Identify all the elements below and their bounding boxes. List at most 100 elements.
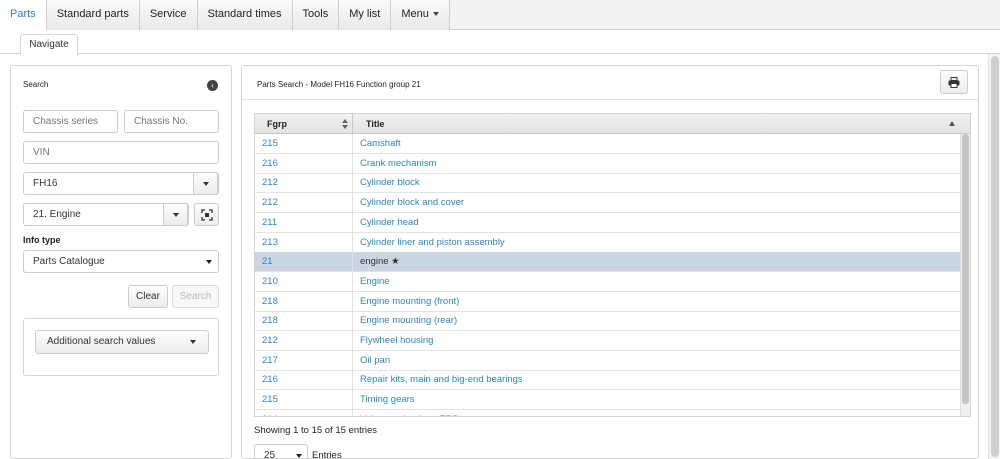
table-scrollbar-thumb[interactable] xyxy=(962,134,969,404)
table-row[interactable]: 212 Cylinder block and cover xyxy=(255,193,960,214)
nav-tab-service[interactable]: Service xyxy=(139,0,198,30)
results-title: Parts Search - Model FH16 Function group… xyxy=(257,80,421,89)
table-row[interactable]: 218 Engine mounting (front) xyxy=(255,291,960,312)
page-scrollbar-thumb[interactable] xyxy=(991,56,999,457)
table-row[interactable]: 211 Cylinder head xyxy=(255,212,960,233)
results-header: Parts Search - Model FH16 Function group… xyxy=(242,66,978,100)
top-nav: Parts Standard parts Service Standard ti… xyxy=(0,0,1000,30)
cell-title[interactable]: Crank mechanism xyxy=(353,154,960,174)
collapse-left-icon[interactable]: ‹ xyxy=(207,80,218,91)
info-type-select[interactable]: Parts Catalogue xyxy=(23,250,219,273)
table-row[interactable]: 213 Cylinder liner and piston assembly xyxy=(255,232,960,253)
cell-fgrp[interactable]: 212 xyxy=(255,331,353,351)
caret-down-icon xyxy=(296,454,302,458)
cell-fgrp[interactable]: 217 xyxy=(255,350,353,371)
cell-fgrp[interactable]: 210 xyxy=(255,271,353,292)
cell-fgrp[interactable]: 212 xyxy=(255,193,353,214)
cell-title[interactable]: Camshaft xyxy=(353,134,960,154)
sort-asc-icon xyxy=(949,121,955,126)
cell-fgrp[interactable]: 213 xyxy=(255,232,353,253)
cell-title[interactable]: Cylinder liner and piston assembly xyxy=(353,233,960,253)
cell-fgrp[interactable]: 214 xyxy=(255,409,353,416)
table-row[interactable]: 216 Repair kits, main and big-end bearing… xyxy=(255,370,960,391)
info-type-label: Info type xyxy=(23,235,61,245)
results-panel: Parts Search - Model FH16 Function group… xyxy=(241,65,979,459)
cell-title[interactable]: Oil pan xyxy=(353,351,960,371)
column-header-title-label: Title xyxy=(366,119,385,129)
nav-menu-label: Menu xyxy=(401,8,429,20)
entries-info: Showing 1 to 15 of 15 entries xyxy=(254,425,378,436)
cell-title[interactable]: Repair kits, main and big-end bearings xyxy=(353,370,960,390)
table-row[interactable]: 216 Crank mechanism xyxy=(255,153,960,174)
additional-search-values-button[interactable]: Additional search values xyxy=(35,330,209,354)
cell-title[interactable]: Cylinder head xyxy=(353,213,960,233)
search-panel-title: Search xyxy=(23,80,49,89)
column-header-fgrp-label: Fgrp xyxy=(267,119,287,129)
page-scrollbar[interactable] xyxy=(988,54,1000,459)
column-header-title[interactable]: Title xyxy=(353,114,970,134)
nav-tab-parts[interactable]: Parts xyxy=(0,0,47,30)
entries-length-select[interactable]: 25 xyxy=(254,444,308,458)
nav-tab-my-list[interactable]: My list xyxy=(339,0,392,30)
table-scrollbar[interactable] xyxy=(960,134,970,416)
caret-down-icon xyxy=(206,260,212,264)
cell-fgrp[interactable]: 216 xyxy=(255,153,353,174)
cell-fgrp[interactable]: 215 xyxy=(255,134,353,154)
search-button[interactable]: Search xyxy=(172,285,219,308)
cell-fgrp[interactable]: 218 xyxy=(255,311,353,332)
cell-fgrp[interactable]: 216 xyxy=(255,370,353,391)
cell-fgrp[interactable]: 218 xyxy=(255,291,353,312)
function-group-dropdown-button[interactable] xyxy=(163,203,188,226)
cell-title[interactable]: Engine xyxy=(353,272,960,292)
nav-tab-menu[interactable]: Menu xyxy=(391,0,450,30)
cell-title[interactable]: Engine mounting (rear) xyxy=(353,311,960,331)
vin-input[interactable] xyxy=(23,141,219,164)
model-select-value: FH16 xyxy=(33,178,58,189)
additional-search-box: Additional search values xyxy=(23,318,219,376)
table-row[interactable]: 218 Engine mounting (rear) xyxy=(255,311,960,332)
caret-down-icon xyxy=(190,340,196,344)
cell-fgrp[interactable]: 21 xyxy=(255,252,353,273)
caret-down-icon xyxy=(203,182,209,186)
cell-title[interactable]: Flywheel housing xyxy=(353,331,960,351)
table-row[interactable]: 212 Cylinder block xyxy=(255,173,960,194)
cell-fgrp[interactable]: 211 xyxy=(255,212,353,233)
table-row[interactable]: 21 engine ★ xyxy=(255,252,960,273)
chassis-series-input[interactable] xyxy=(23,110,118,133)
select-area-icon xyxy=(201,209,213,221)
chassis-no-input[interactable] xyxy=(124,110,219,133)
table-row[interactable]: 210 Engine xyxy=(255,271,960,292)
cell-title[interactable]: Cylinder block xyxy=(353,173,960,193)
nav-tab-tools[interactable]: Tools xyxy=(292,0,340,30)
caret-down-icon xyxy=(173,213,179,217)
search-panel: Search ‹ FH16 21. Engine Info type Parts… xyxy=(10,65,232,459)
chevron-down-icon xyxy=(432,12,439,17)
print-button[interactable] xyxy=(940,70,968,94)
nav-tab-standard-parts[interactable]: Standard parts xyxy=(46,0,140,30)
model-select[interactable]: FH16 xyxy=(23,172,219,195)
function-group-select[interactable]: 21. Engine xyxy=(23,203,189,226)
cell-title[interactable]: Engine mounting (front) xyxy=(353,292,960,312)
cell-title[interactable]: Valve mechanism, EPB xyxy=(353,410,960,416)
cell-fgrp[interactable]: 212 xyxy=(255,173,353,194)
function-group-picker-button[interactable] xyxy=(194,203,219,226)
table-row[interactable]: 212 Flywheel housing xyxy=(255,331,960,351)
tab-navigate[interactable]: Navigate xyxy=(20,34,78,55)
table-row[interactable]: 214Valve mechanism, EPB xyxy=(255,409,960,416)
cell-title[interactable]: Timing gears xyxy=(353,390,960,410)
cell-title[interactable]: Cylinder block and cover xyxy=(353,193,960,213)
clear-button[interactable]: Clear xyxy=(128,285,168,308)
cell-fgrp[interactable]: 215 xyxy=(255,390,353,411)
cell-title[interactable]: engine ★ xyxy=(353,252,960,272)
subtab-bar: Navigate xyxy=(0,30,1000,55)
entries-length-label: Entries xyxy=(312,450,342,459)
additional-search-values-label: Additional search values xyxy=(47,336,156,347)
table-row[interactable]: 215 Camshaft xyxy=(255,134,960,154)
model-dropdown-button[interactable] xyxy=(193,172,218,195)
function-group-select-value: 21. Engine xyxy=(33,209,81,220)
nav-tab-standard-times[interactable]: Standard times xyxy=(197,0,293,30)
table-row[interactable]: 215 Timing gears xyxy=(255,390,960,411)
column-header-fgrp[interactable]: Fgrp xyxy=(255,114,353,134)
table-row[interactable]: 217 Oil pan xyxy=(255,350,960,371)
table-header: Fgrp Title xyxy=(255,114,970,134)
